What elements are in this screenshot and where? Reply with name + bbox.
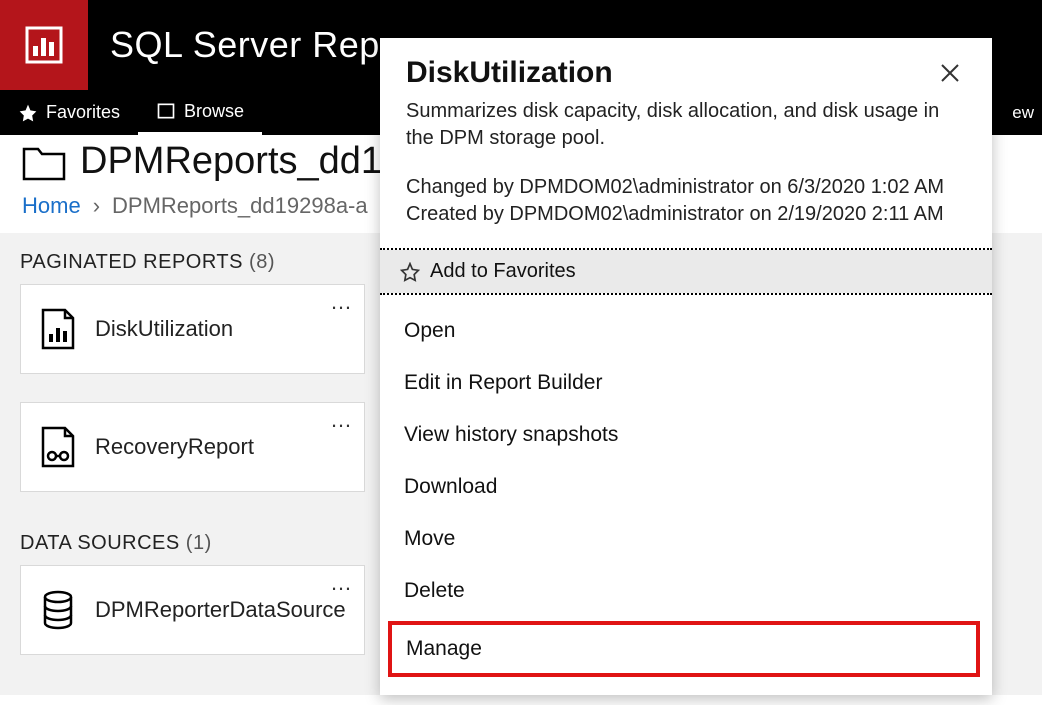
- nav-favorites-label: Favorites: [46, 102, 120, 123]
- report-card-diskutilization[interactable]: … DiskUtilization: [20, 284, 365, 374]
- card-menu-button[interactable]: …: [330, 289, 354, 315]
- card-label: DPMReporterDataSource: [95, 597, 346, 623]
- card-menu-button[interactable]: …: [330, 570, 354, 596]
- menu-download[interactable]: Download: [380, 461, 992, 513]
- context-menu: Open Edit in Report Builder View history…: [380, 295, 992, 695]
- changed-by: Changed by DPMDOM02\administrator on 6/3…: [406, 174, 966, 201]
- reports-count: (8): [249, 251, 275, 273]
- sources-title-text: DATA SOURCES: [20, 532, 180, 554]
- chevron-right-icon: ›: [93, 193, 100, 219]
- close-button[interactable]: [934, 57, 966, 89]
- context-description: Summarizes disk capacity, disk allocatio…: [406, 98, 966, 152]
- app-title: SQL Server Rep: [88, 24, 380, 66]
- folder-icon: [22, 143, 66, 181]
- card-label: RecoveryReport: [95, 434, 254, 460]
- context-panel: DiskUtilization Summarizes disk capacity…: [380, 38, 992, 695]
- star-filled-icon: [18, 103, 38, 123]
- nav-favorites[interactable]: Favorites: [0, 90, 138, 135]
- favorites-label: Add to Favorites: [430, 260, 576, 283]
- datasource-card[interactable]: … DPMReporterDataSource: [20, 565, 365, 655]
- star-outline-icon: [400, 262, 420, 282]
- menu-manage[interactable]: Manage: [388, 621, 980, 677]
- linked-report-icon: [41, 426, 75, 468]
- context-title: DiskUtilization: [406, 56, 613, 90]
- menu-edit[interactable]: Edit in Report Builder: [380, 357, 992, 409]
- bar-chart-icon: [23, 24, 65, 66]
- nav-browse-label: Browse: [184, 101, 244, 122]
- nav-view-fragment[interactable]: ew: [1012, 103, 1042, 123]
- reports-title-text: PAGINATED REPORTS: [20, 251, 243, 273]
- sources-count: (1): [186, 532, 212, 554]
- report-icon: [41, 308, 75, 350]
- context-metadata: Changed by DPMDOM02\administrator on 6/3…: [406, 174, 966, 228]
- app-logo[interactable]: [0, 0, 88, 90]
- breadcrumb-current: DPMReports_dd19298a-a: [112, 193, 368, 219]
- add-to-favorites[interactable]: Add to Favorites: [380, 250, 992, 293]
- close-icon: [938, 61, 962, 85]
- menu-open[interactable]: Open: [380, 305, 992, 357]
- card-menu-button[interactable]: …: [330, 407, 354, 433]
- created-by: Created by DPMDOM02\administrator on 2/1…: [406, 201, 966, 228]
- breadcrumb-home[interactable]: Home: [22, 193, 81, 219]
- browse-icon: [156, 101, 176, 121]
- menu-move[interactable]: Move: [380, 513, 992, 565]
- menu-delete[interactable]: Delete: [380, 565, 992, 617]
- database-icon: [41, 590, 75, 630]
- nav-browse[interactable]: Browse: [138, 90, 262, 135]
- menu-history[interactable]: View history snapshots: [380, 409, 992, 461]
- report-card-recovery[interactable]: … RecoveryReport: [20, 402, 365, 492]
- card-label: DiskUtilization: [95, 316, 233, 342]
